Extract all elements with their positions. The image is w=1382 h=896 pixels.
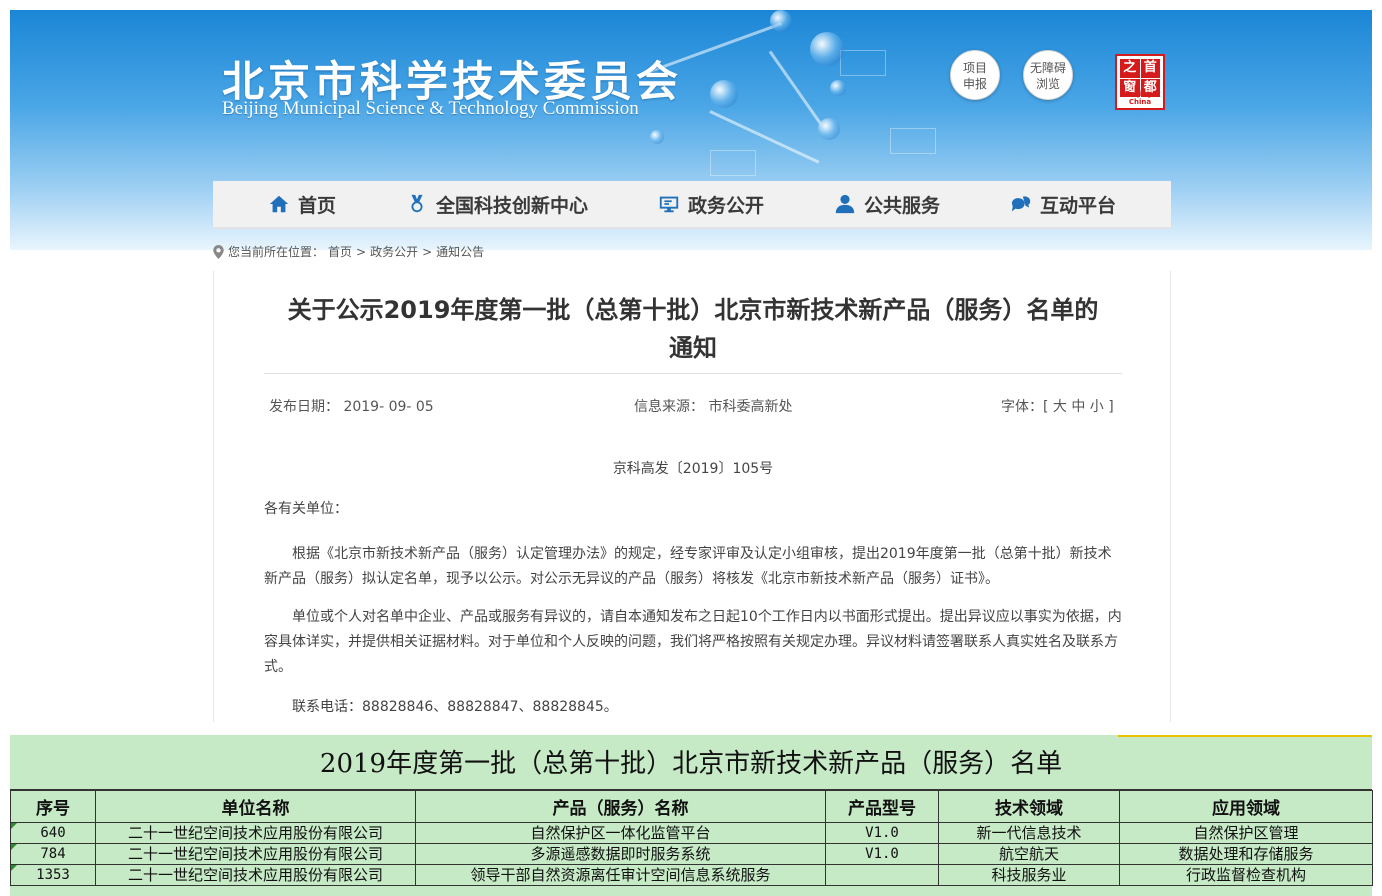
decor-molecule [770,10,792,32]
cell-model[interactable] [825,864,939,886]
nav-home[interactable]: 首页 [268,191,336,218]
sheet-title: 2019年度第一批（总第十批）北京市新技术新产品（服务）名单 [10,735,1372,790]
nav-innovation-center[interactable]: 全国科技创新中心 [406,191,588,218]
decor-molecule-bond [768,50,823,127]
salutation: 各有关单位： [264,501,348,517]
location-pin-icon [213,244,224,259]
accessible-label-1: 无障碍 [1029,61,1066,75]
nav-interaction-label: 互动平台 [1039,194,1116,217]
spreadsheet: 2019年度第一批（总第十批）北京市新技术新产品（服务）名单 序号 单位名称 产… [10,735,1373,896]
table-header-row: 序号 单位名称 产品（服务）名称 产品型号 技术领域 应用领域 [10,790,1373,823]
publish-date: 发布日期： 2019- 09- 05 [269,399,434,415]
breadcrumb-prefix: 您当前所在位置： [228,245,325,259]
paragraph-1: 根据《北京市新技术新产品（服务）认定管理办法》的规定，经专家评审及认定小组审核，… [264,546,1112,587]
capital-window-logo[interactable]: 之 首 窗 都 Beijing-China [1115,54,1165,110]
nav-government-affairs[interactable]: 政务公开 [658,191,764,218]
decor-hexagon [890,128,936,154]
cell-product[interactable]: 自然保护区一体化监管平台 [415,822,826,844]
cell-product[interactable]: 领导干部自然资源离任审计空间信息系统服务 [415,864,826,886]
cell-tech-field[interactable]: 科技服务业 [938,864,1120,886]
home-icon [269,195,289,213]
breadcrumb: 您当前所在位置： 首页 > 政务公开 > 通知公告 [213,243,484,260]
decor-hexagon [840,50,886,76]
seal-char: 首 [1140,59,1160,78]
product-list-table: 序号 单位名称 产品（服务）名称 产品型号 技术领域 应用领域 640 二十一世… [10,790,1373,886]
main-nav: 首页 全国科技创新中心 政务公开 公共服务 互动平台 [213,181,1171,229]
title-divider [264,373,1122,374]
accessible-browse-button[interactable]: 无障碍 浏览 [1023,50,1073,100]
decor-molecule [818,118,840,140]
article-title-line-2: 通知 [669,334,717,362]
cell-model[interactable]: V1.0 [825,843,939,865]
breadcrumb-notice-link[interactable]: 通知公告 [436,243,484,260]
cell-company[interactable]: 二十一世纪空间技术应用股份有限公司 [95,843,416,865]
breadcrumb-separator: > [422,244,433,259]
column-header-product[interactable]: 产品（服务）名称 [415,790,826,823]
breadcrumb-separator: > [356,244,367,259]
decor-molecule [710,80,738,108]
nav-innovation-center-label: 全国科技创新中心 [435,194,588,217]
decor-hexagon [710,150,756,176]
column-header-company[interactable]: 单位名称 [95,790,416,823]
cell-index[interactable]: 640 [10,822,96,844]
decor-molecule [650,130,664,144]
column-header-model[interactable]: 产品型号 [825,790,939,823]
seal-subtitle: Beijing-China [1124,90,1156,106]
table-row: 640 二十一世纪空间技术应用股份有限公司 自然保护区一体化监管平台 V1.0 … [10,822,1373,844]
paragraph-3: 联系电话：88828846、88828847、88828845。 [292,699,618,715]
accessible-label-2: 浏览 [1035,77,1060,91]
medal-icon [411,194,423,213]
cell-company[interactable]: 二十一世纪空间技术应用股份有限公司 [95,864,416,886]
article: 关于公示2019年度第一批（总第十批）北京市新技术新产品（服务）名单的 通知 发… [213,271,1171,722]
cell-application-field[interactable]: 行政监督检查机构 [1119,864,1373,886]
seal-char: 之 [1120,59,1140,78]
table-row: 1353 二十一世纪空间技术应用股份有限公司 领导干部自然资源离任审计空间信息系… [10,864,1373,886]
font-size-switch[interactable]: 字体：[ 大 中 小 ] [1001,396,1114,416]
nav-public-service-label: 公共服务 [863,194,940,217]
project-apply-button[interactable]: 项目 申报 [950,50,1000,100]
nav-interaction[interactable]: 互动平台 [1010,191,1116,218]
cell-application-field[interactable]: 自然保护区管理 [1119,822,1373,844]
web-page: 北京市科学技术委员会 Beijing Municipal Science & T… [10,10,1372,722]
cell-model[interactable]: V1.0 [825,822,939,844]
chat-icon [1011,196,1031,212]
project-apply-label-2: 申报 [962,77,987,91]
decor-molecule [810,32,844,66]
breadcrumb-home-link[interactable]: 首页 [328,243,352,260]
nav-home-label: 首页 [297,194,336,217]
cell-company[interactable]: 二十一世纪空间技术应用股份有限公司 [95,822,416,844]
cell-index[interactable]: 784 [10,843,96,865]
decor-molecule [830,80,846,96]
column-header-index[interactable]: 序号 [10,790,96,823]
monitor-icon [659,196,679,213]
cell-application-field[interactable]: 数据处理和存储服务 [1119,843,1373,865]
cell-index[interactable]: 1353 [10,864,96,886]
paragraph-2: 单位或个人对名单中企业、产品或服务有异议的，请自本通知发布之日起10个工作日内以… [264,609,1122,675]
nav-public-service[interactable]: 公共服务 [834,191,940,218]
document-number: 京科高发〔2019〕105号 [612,461,774,477]
site-title-en: Beijing Municipal Science & Technology C… [222,98,639,119]
table-row: 784 二十一世纪空间技术应用股份有限公司 多源遥感数据即时服务系统 V1.0 … [10,843,1373,865]
nav-government-affairs-label: 政务公开 [687,194,764,217]
cell-highlight [1118,735,1372,737]
article-title: 关于公示2019年度第一批（总第十批）北京市新技术新产品（服务）名单的 通知 [264,291,1122,367]
article-title-line-1: 关于公示2019年度第一批（总第十批）北京市新技术新产品（服务）名单的 [287,296,1099,324]
info-source: 信息来源： 市科委高新处 [634,399,793,415]
cell-tech-field[interactable]: 航空航天 [938,843,1120,865]
person-icon [835,194,855,214]
breadcrumb-government-link[interactable]: 政务公开 [370,243,418,260]
column-header-application-field[interactable]: 应用领域 [1119,790,1373,823]
cell-tech-field[interactable]: 新一代信息技术 [938,822,1120,844]
cell-product[interactable]: 多源遥感数据即时服务系统 [415,843,826,865]
project-apply-label-1: 项目 [962,61,987,75]
column-header-tech-field[interactable]: 技术领域 [938,790,1120,823]
